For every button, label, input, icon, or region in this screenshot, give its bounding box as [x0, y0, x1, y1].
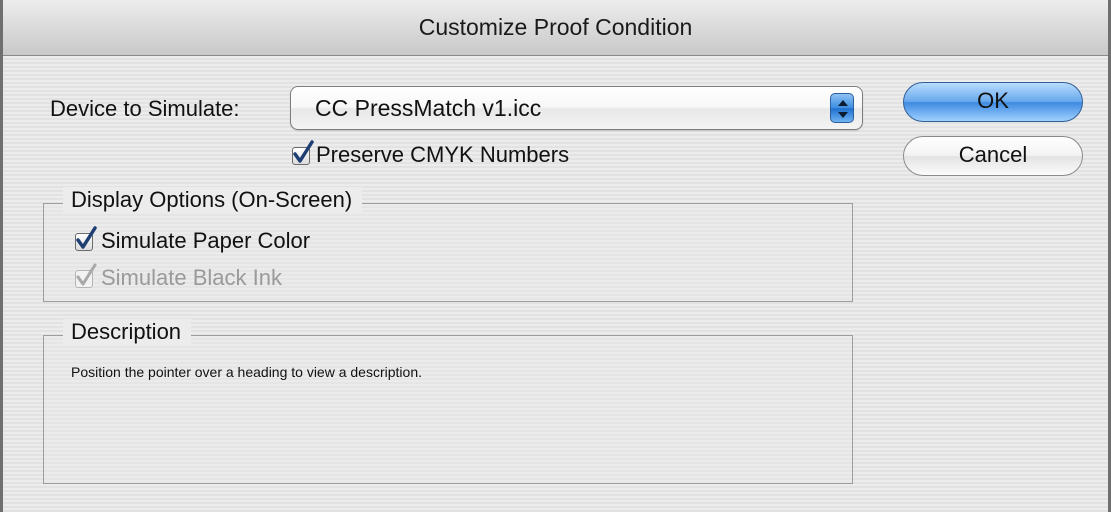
checkmark-icon — [76, 226, 97, 249]
checkmark-icon — [76, 263, 97, 286]
device-to-simulate-label: Device to Simulate: — [50, 96, 240, 121]
window-title: Customize Proof Condition — [418, 14, 693, 40]
description-text: Position the pointer over a heading to v… — [71, 364, 422, 380]
preserve-cmyk-checkbox[interactable] — [292, 140, 314, 165]
ok-button[interactable]: OK — [903, 82, 1083, 122]
device-to-simulate-popup[interactable]: CC PressMatch v1.icc — [290, 86, 863, 130]
simulate-paper-color-checkbox[interactable] — [75, 226, 97, 251]
dialog-window: Customize Proof Condition Device to Simu… — [0, 0, 1111, 512]
device-selected-value: CC PressMatch v1.icc — [315, 95, 542, 121]
popup-arrows-icon — [830, 93, 854, 123]
simulate-paper-color-label[interactable]: Simulate Paper Color — [101, 228, 310, 254]
simulate-black-ink-checkbox — [75, 263, 97, 288]
cancel-button[interactable]: Cancel — [903, 136, 1083, 176]
simulate-black-ink-label: Simulate Black Ink — [101, 265, 282, 290]
description-group — [43, 335, 853, 484]
preserve-cmyk-label[interactable]: Preserve CMYK Numbers — [316, 142, 569, 168]
checkmark-icon — [293, 140, 314, 163]
title-bar[interactable]: Customize Proof Condition — [3, 0, 1108, 56]
description-title: Description — [63, 319, 192, 345]
display-options-title: Display Options (On-Screen) — [63, 187, 363, 213]
